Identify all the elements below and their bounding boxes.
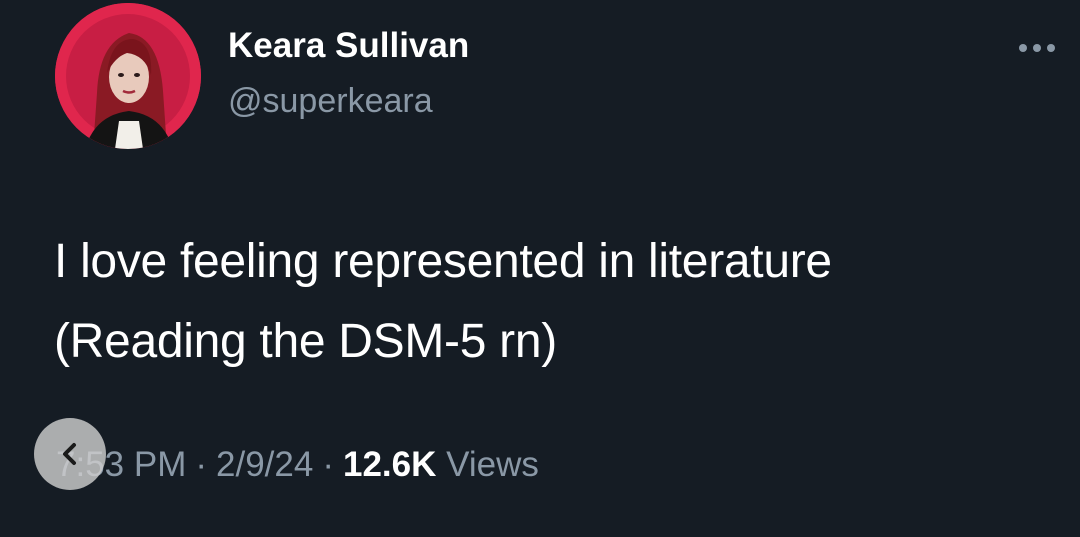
more-options-button[interactable] (1013, 30, 1061, 66)
views-label: Views (446, 445, 539, 484)
meta-separator: · (322, 445, 334, 484)
display-name[interactable]: Keara Sullivan (228, 26, 469, 66)
chevron-left-icon (63, 443, 76, 465)
profile-photo-icon (55, 3, 201, 149)
back-button[interactable] (34, 418, 106, 490)
more-horizontal-icon (1019, 44, 1055, 52)
tweet-card: Keara Sullivan @superkeara I love feelin… (0, 0, 1080, 537)
tweet-date[interactable]: 2/9/24 (216, 445, 313, 484)
tweet-metadata: 7:53 PM · 2/9/24 · 12.6K Views (56, 445, 539, 485)
tweet-text-line: I love feeling represented in literature (54, 235, 832, 288)
meta-separator: · (195, 445, 208, 484)
tweet-text-line: (Reading the DSM-5 rn) (54, 315, 557, 368)
views-count: 12.6K (342, 445, 437, 484)
avatar[interactable] (55, 3, 201, 149)
tweet-text: I love feeling represented in literature… (54, 222, 1064, 382)
user-handle[interactable]: @superkeara (228, 82, 433, 121)
